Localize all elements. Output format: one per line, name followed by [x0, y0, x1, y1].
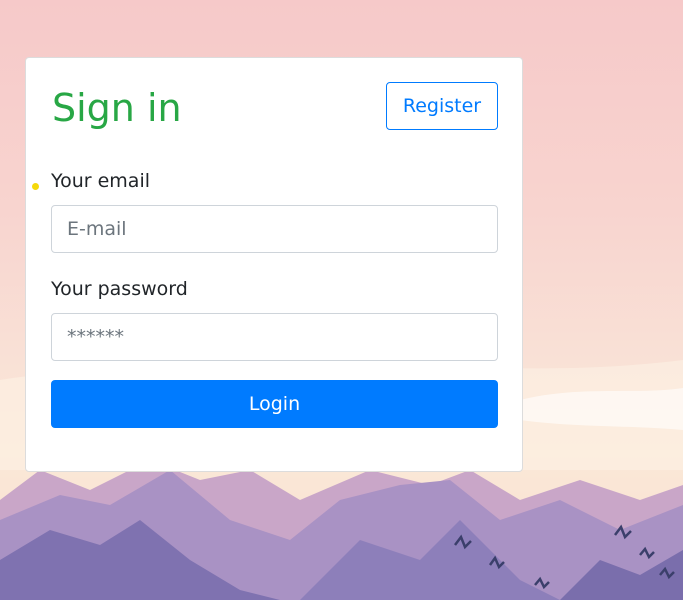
- register-button[interactable]: Register: [386, 82, 498, 130]
- email-label: Your email: [51, 170, 150, 192]
- email-field[interactable]: [51, 205, 498, 253]
- password-field[interactable]: [51, 313, 498, 361]
- page-background: Sign in Register Your email Your passwor…: [0, 0, 683, 600]
- page-title: Sign in: [52, 86, 182, 130]
- password-label: Your password: [51, 278, 188, 300]
- login-button[interactable]: Login: [51, 380, 498, 428]
- sign-in-card: Sign in Register Your email Your passwor…: [25, 57, 523, 472]
- cursor-indicator: [32, 183, 39, 190]
